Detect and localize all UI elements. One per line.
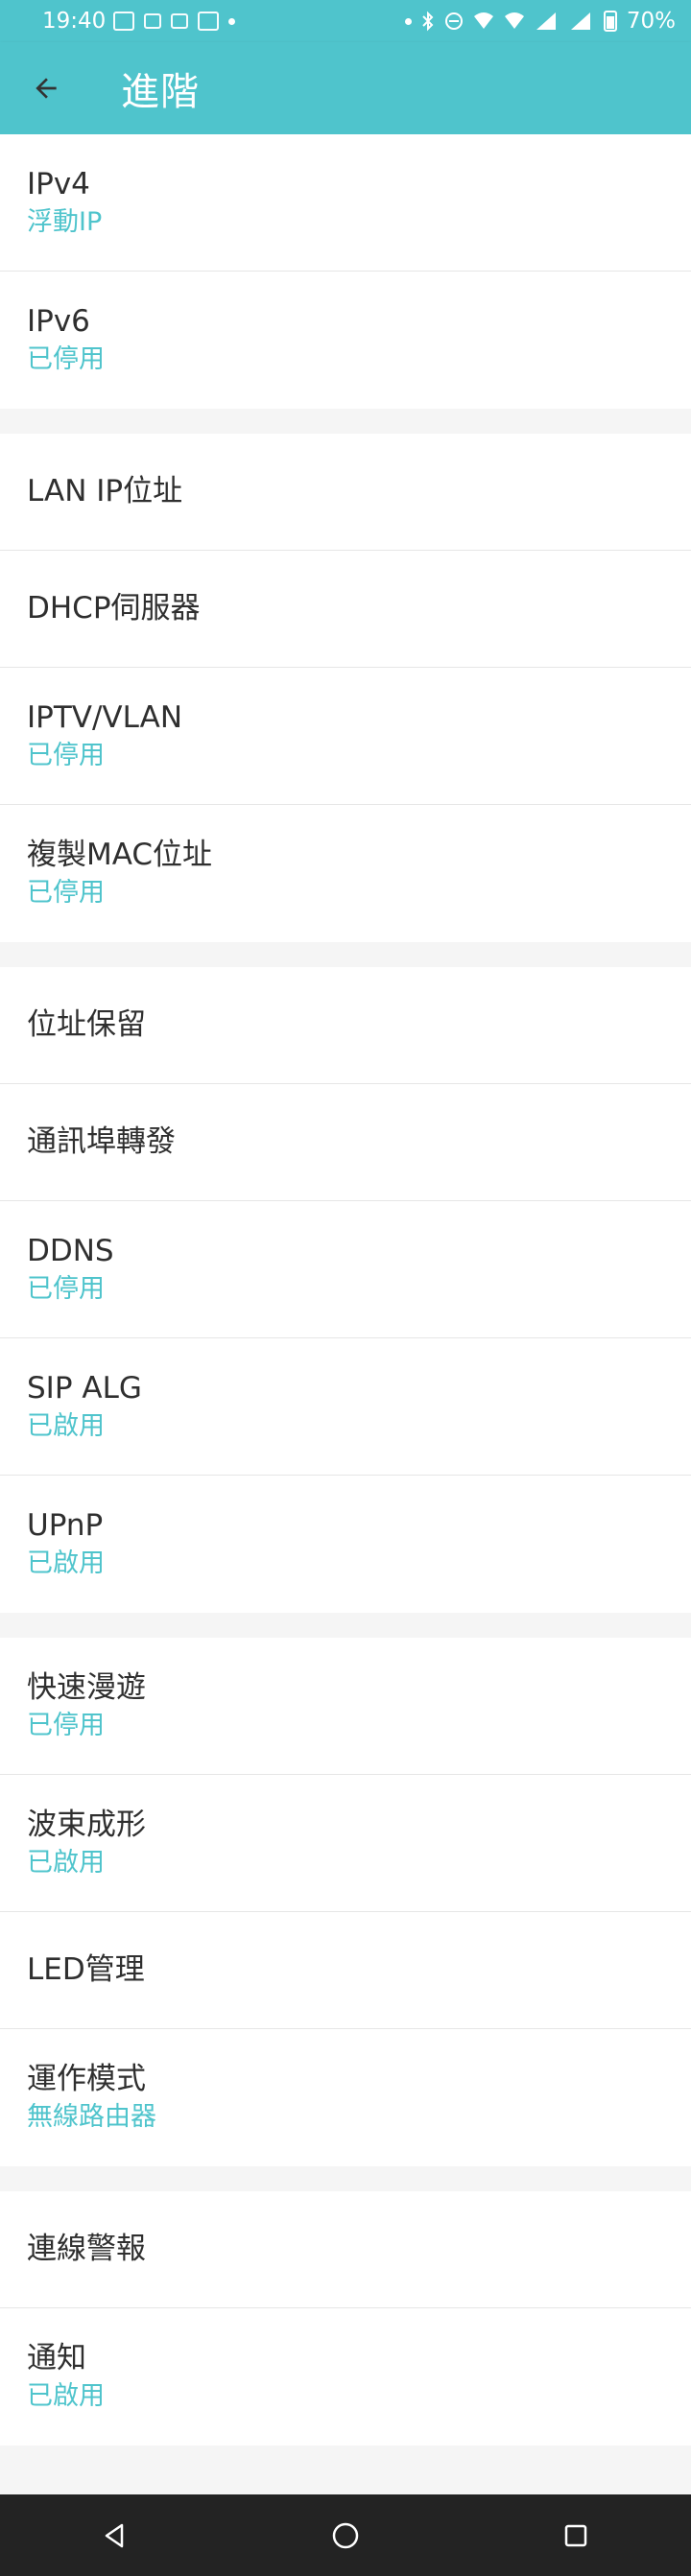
- item-label: DDNS: [27, 1233, 114, 1268]
- item-value: 已停用: [27, 344, 105, 375]
- item-label: IPv4: [27, 166, 90, 201]
- item-label: UPnP: [27, 1508, 104, 1544]
- notification-icon: [198, 12, 220, 31]
- section-gap: [0, 409, 691, 434]
- nav-home-button[interactable]: [302, 2502, 389, 2569]
- notification-icon: [171, 13, 189, 29]
- list-item-led-management[interactable]: LED管理: [0, 1912, 691, 2029]
- list-item-mac-clone[interactable]: 複製MAC位址 已停用: [0, 805, 691, 942]
- list-item-address-reservation[interactable]: 位址保留: [0, 967, 691, 1084]
- item-value: 已啟用: [27, 1410, 105, 1441]
- item-label: DHCP伺服器: [27, 591, 201, 626]
- list-item-ddns[interactable]: DDNS 已停用: [0, 1201, 691, 1338]
- section-lan: LAN IP位址 DHCP伺服器 IPTV/VLAN 已停用 複製MAC位址 已…: [0, 434, 691, 942]
- section-notifications: 連線警報 通知 已啟用: [0, 2191, 691, 2446]
- item-value: 已啟用: [27, 1847, 105, 1878]
- item-label: 通訊埠轉發: [27, 1124, 176, 1160]
- list-item-iptv-vlan[interactable]: IPTV/VLAN 已停用: [0, 668, 691, 805]
- status-time: 19:40: [42, 9, 107, 34]
- item-value: 已停用: [27, 878, 105, 909]
- nav-back-button[interactable]: [72, 2502, 158, 2569]
- item-label: IPTV/VLAN: [27, 699, 183, 735]
- wifi-signal-icon: [504, 12, 524, 29]
- item-label: LAN IP位址: [27, 474, 183, 509]
- back-button[interactable]: [0, 42, 92, 134]
- section-nat: 位址保留 通訊埠轉發 DDNS 已停用 SIP ALG 已啟用 UPnP 已啟用: [0, 967, 691, 1613]
- item-value: 已停用: [27, 1273, 105, 1304]
- section-gap: [0, 942, 691, 967]
- item-label: 運作模式: [27, 2062, 146, 2097]
- status-system-icons: 70%: [404, 9, 676, 34]
- wifi-icon: [473, 12, 493, 29]
- do-not-disturb-icon: [444, 12, 463, 30]
- list-item-ipv6[interactable]: IPv6 已停用: [0, 272, 691, 409]
- list-item-dhcp-server[interactable]: DHCP伺服器: [0, 551, 691, 668]
- item-value: 無線路由器: [27, 2102, 156, 2133]
- item-label: SIP ALG: [27, 1370, 142, 1406]
- list-item-operation-mode[interactable]: 運作模式 無線路由器: [0, 2029, 691, 2166]
- list-item-connection-alert[interactable]: 連線警報: [0, 2191, 691, 2308]
- triangle-back-icon: [105, 2523, 124, 2547]
- square-recent-icon: [564, 2524, 587, 2546]
- notification-icon: [113, 12, 135, 31]
- arrow-left-icon: [36, 78, 57, 99]
- list-item-port-forwarding[interactable]: 通訊埠轉發: [0, 1084, 691, 1201]
- section-gap: [0, 1613, 691, 1638]
- status-bar: 19:40 70%: [0, 0, 691, 42]
- item-value: 已停用: [27, 740, 105, 770]
- circle-home-icon: [332, 2522, 359, 2548]
- item-label: 位址保留: [27, 1007, 146, 1043]
- item-value: 浮動IP: [27, 206, 103, 237]
- more-notifications-icon: [228, 17, 236, 25]
- item-label: 波束成形: [27, 1807, 146, 1842]
- list-item-beamforming[interactable]: 波束成形 已啟用: [0, 1775, 691, 1912]
- status-notification-icons: [113, 12, 236, 31]
- list-item-sip-alg[interactable]: SIP ALG 已啟用: [0, 1338, 691, 1476]
- list-item-lan-ip[interactable]: LAN IP位址: [0, 434, 691, 551]
- item-label: 快速漫遊: [27, 1669, 146, 1705]
- cell-signal-2-icon: [570, 12, 590, 30]
- list-item-ipv4[interactable]: IPv4 浮動IP: [0, 134, 691, 272]
- list-item-upnp[interactable]: UPnP 已啟用: [0, 1476, 691, 1613]
- item-label: LED管理: [27, 1952, 145, 1988]
- item-label: 通知: [27, 2341, 86, 2376]
- bluetooth-icon: [422, 11, 434, 32]
- system-nav-bar: [0, 2494, 691, 2576]
- section-gap: [0, 2166, 691, 2191]
- list-item-fast-roaming[interactable]: 快速漫遊 已停用: [0, 1638, 691, 1775]
- dot-icon: [404, 17, 412, 25]
- section-wireless: 快速漫遊 已停用 波束成形 已啟用 LED管理 運作模式 無線路由器: [0, 1638, 691, 2166]
- item-value: 已停用: [27, 1710, 105, 1740]
- item-label: IPv6: [27, 304, 90, 340]
- item-value: 已啟用: [27, 2381, 105, 2412]
- item-value: 已啟用: [27, 1548, 105, 1579]
- battery-icon: [603, 11, 617, 32]
- list-item-notification[interactable]: 通知 已啟用: [0, 2308, 691, 2446]
- nav-recent-button[interactable]: [533, 2502, 619, 2569]
- app-bar: 進階: [0, 42, 691, 134]
- item-label: 複製MAC位址: [27, 838, 213, 873]
- battery-percent: 70%: [626, 9, 676, 34]
- settings-list: IPv4 浮動IP IPv6 已停用 LAN IP位址 DHCP伺服器 IPTV…: [0, 134, 691, 2446]
- section-ip: IPv4 浮動IP IPv6 已停用: [0, 134, 691, 409]
- page-title: 進階: [121, 70, 200, 114]
- cell-signal-1-icon: [536, 12, 556, 30]
- item-label: 連線警報: [27, 2232, 146, 2267]
- notification-icon: [144, 13, 162, 29]
